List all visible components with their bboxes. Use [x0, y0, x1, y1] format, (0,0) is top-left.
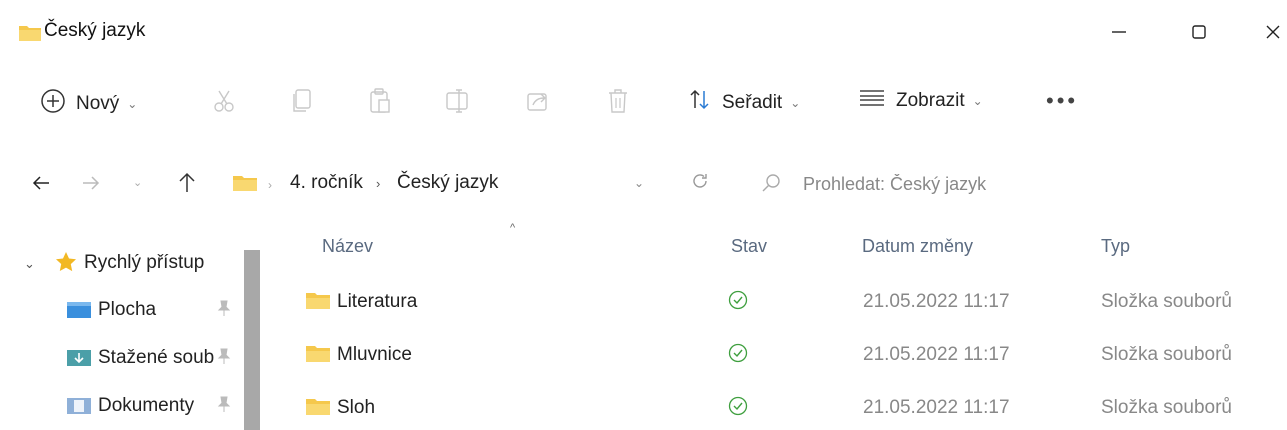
file-date: 21.05.2022 11:17 [863, 291, 1010, 312]
more-options-button[interactable]: ••• [1046, 88, 1078, 114]
command-bar [0, 64, 1287, 140]
file-name: Literatura [337, 291, 418, 312]
address-folder-icon [232, 174, 258, 197]
cut-icon[interactable] [210, 86, 238, 116]
table-row[interactable]: Literatura 21.05.2022 11:17 Složka soubo… [300, 281, 1280, 321]
quick-access-chevron-icon[interactable]: ⌄ [24, 256, 35, 272]
view-label: Zobrazit [896, 90, 965, 111]
sidebar-item-downloads[interactable]: Stažené soub [66, 343, 246, 373]
new-button[interactable]: Nový ⌄ [40, 88, 137, 120]
breadcrumb-cesky-jazyk[interactable]: Český jazyk [397, 172, 498, 194]
column-header-date[interactable]: Datum změny [862, 236, 973, 257]
title-bar: Český jazyk [0, 0, 1287, 64]
forward-arrow-icon[interactable] [80, 172, 102, 199]
sidebar-item-documents[interactable]: Dokumenty [66, 391, 246, 421]
documents-folder-icon [66, 396, 92, 416]
maximize-button[interactable] [1176, 12, 1222, 52]
refresh-icon[interactable] [690, 171, 710, 196]
breadcrumb-separator-icon[interactable]: › [376, 176, 380, 191]
file-type: Složka souborů [1101, 397, 1232, 418]
column-header-type[interactable]: Typ [1101, 236, 1130, 257]
table-row[interactable]: Sloh 21.05.2022 11:17 Složka souborů [300, 387, 1280, 427]
search-icon [760, 172, 782, 199]
add-icon [40, 88, 66, 120]
copy-icon[interactable] [288, 86, 316, 116]
sort-ascending-indicator-icon: ^ [510, 222, 516, 234]
folder-icon [305, 291, 331, 316]
desktop-folder-icon [66, 300, 92, 320]
sort-label: Seřadit [722, 92, 783, 113]
sidebar-scrollbar[interactable] [244, 250, 260, 430]
column-header-name[interactable]: Název [322, 236, 373, 257]
sort-icon [688, 88, 712, 118]
file-type: Složka souborů [1101, 344, 1232, 365]
file-type: Složka souborů [1101, 291, 1232, 312]
address-history-chevron-icon[interactable]: ⌄ [634, 176, 644, 190]
pin-icon[interactable] [216, 347, 232, 370]
view-list-icon [858, 88, 886, 114]
sidebar-item-label: Dokumenty [98, 395, 195, 416]
back-arrow-icon[interactable] [30, 172, 52, 199]
file-name: Mluvnice [337, 344, 412, 365]
close-button[interactable] [1250, 12, 1287, 52]
pin-icon[interactable] [216, 395, 232, 418]
sort-button[interactable]: Seřadit ⌄ [688, 88, 800, 118]
minimize-button[interactable] [1096, 12, 1142, 52]
delete-icon[interactable] [604, 86, 632, 116]
file-name: Sloh [337, 397, 376, 418]
folder-icon [305, 397, 331, 422]
up-arrow-icon[interactable] [176, 170, 198, 199]
chevron-down-icon: ⌄ [790, 96, 801, 110]
pin-icon[interactable] [216, 299, 232, 322]
search-input[interactable] [803, 170, 1263, 198]
share-icon[interactable] [524, 86, 552, 116]
sync-status-check-icon [728, 396, 748, 421]
sidebar-item-label: Stažené soub [98, 347, 215, 368]
rename-icon[interactable] [444, 86, 472, 116]
window-title: Český jazyk [44, 20, 146, 41]
column-header-status[interactable]: Stav [731, 236, 767, 257]
breadcrumb-separator-icon[interactable]: › [268, 178, 272, 192]
folder-icon [305, 344, 331, 369]
chevron-down-icon: ⌄ [972, 94, 983, 108]
file-date: 21.05.2022 11:17 [863, 397, 1010, 418]
file-date: 21.05.2022 11:17 [863, 344, 1010, 365]
sidebar-item-label: Plocha [98, 299, 157, 320]
sync-status-check-icon [728, 290, 748, 315]
recent-locations-chevron-icon[interactable]: ⌄ [133, 176, 142, 189]
view-button[interactable]: Zobrazit ⌄ [858, 88, 983, 114]
paste-icon[interactable] [366, 86, 394, 116]
chevron-down-icon: ⌄ [127, 97, 138, 111]
star-icon [54, 250, 78, 279]
table-row[interactable]: Mluvnice 21.05.2022 11:17 Složka souborů [300, 334, 1280, 374]
breadcrumb-4-rocnik[interactable]: 4. ročník [290, 172, 363, 194]
downloads-folder-icon [66, 348, 92, 368]
sidebar-quick-access[interactable]: Rychlý přístup [84, 252, 204, 274]
folder-icon [18, 24, 42, 47]
new-label: Nový [76, 93, 120, 114]
sync-status-check-icon [728, 343, 748, 368]
sidebar-item-desktop[interactable]: Plocha [66, 295, 246, 325]
